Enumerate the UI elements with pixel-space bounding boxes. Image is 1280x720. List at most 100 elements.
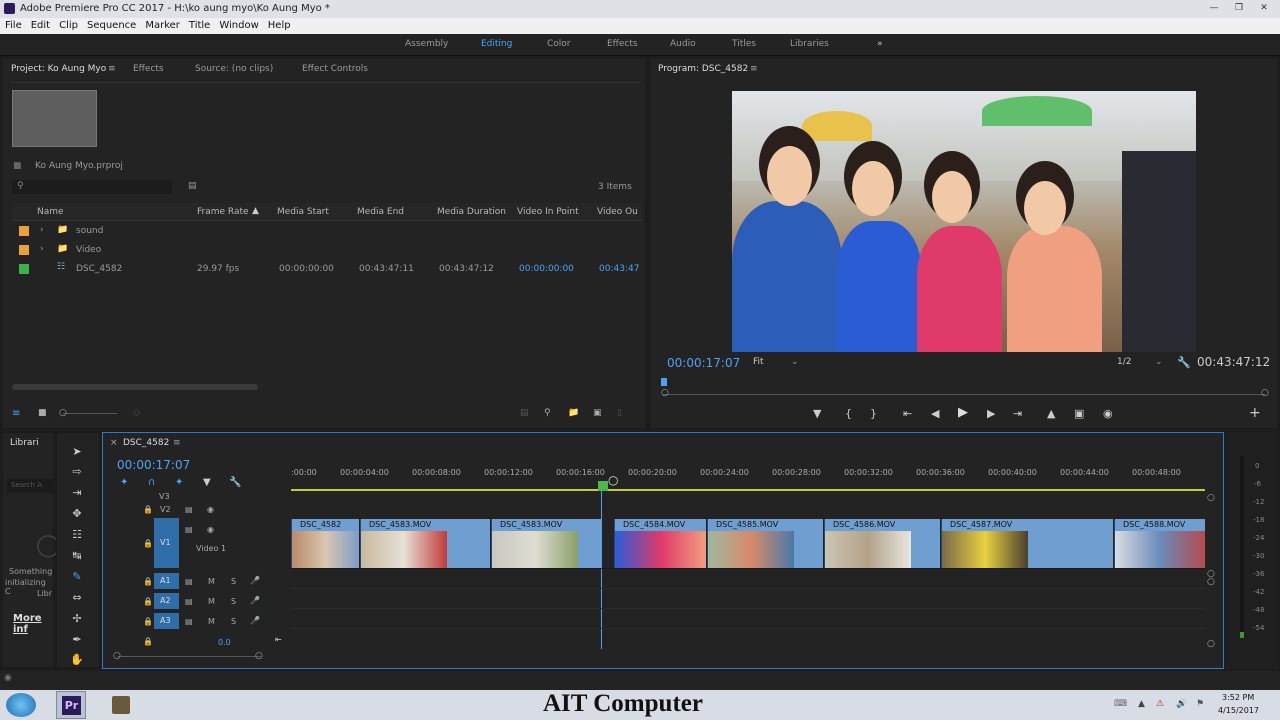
mute-button[interactable]: M (208, 597, 215, 606)
mark-out-icon[interactable]: } (870, 407, 877, 420)
track-zoom-scrollbar[interactable] (117, 656, 261, 657)
mute-button[interactable]: M (208, 577, 215, 586)
rate-stretch-tool-icon[interactable]: ☷ (69, 528, 85, 544)
snap-icon[interactable]: ∩ (148, 477, 155, 488)
razor-tool-icon[interactable]: ✎ (69, 570, 85, 586)
volume-icon[interactable]: 🔊 (1176, 699, 1187, 709)
project-search-input[interactable]: ⚲ (12, 180, 172, 194)
solo-button[interactable]: S (231, 577, 236, 586)
timeline-clip[interactable]: DSC_4583.MOV (360, 519, 490, 568)
toggle-sync-icon[interactable]: ▤ (185, 505, 193, 514)
col-media-duration[interactable]: Media Duration (437, 207, 506, 217)
go-to-out-icon[interactable]: ⇥ (1013, 407, 1022, 420)
timeline-clip[interactable]: DSC_4588.MOV (1114, 519, 1205, 568)
workspace-effects[interactable]: Effects (607, 39, 638, 49)
selection-tool-icon[interactable]: ➤ (69, 445, 85, 461)
lift-icon[interactable]: ▲ (1047, 407, 1055, 420)
timeline-clip[interactable]: DSC_4584.MOV (614, 519, 706, 568)
lock-icon[interactable]: 🔒 (143, 637, 153, 646)
col-video-in-point[interactable]: Video In Point (517, 207, 579, 217)
mark-in-icon[interactable]: { (845, 407, 852, 420)
lock-icon[interactable]: 🔒 (143, 505, 153, 514)
monitor-playhead[interactable] (661, 378, 667, 386)
menu-clip[interactable]: Clip (59, 20, 78, 31)
taskbar-app[interactable] (104, 691, 138, 719)
menu-edit[interactable]: Edit (31, 20, 50, 31)
track-v1-source[interactable]: V1 (154, 518, 179, 568)
tab-source[interactable]: Source: (no clips) (195, 64, 273, 74)
scroll-handle-right[interactable]: ○ (1261, 388, 1269, 398)
col-video-out[interactable]: Video Ou (597, 207, 638, 217)
scroll-handle-top[interactable]: ○ (1207, 577, 1215, 587)
new-bin-icon[interactable]: 📁 (568, 408, 579, 418)
close-button[interactable]: ✕ (1253, 1, 1275, 15)
new-bin-filter-icon[interactable]: ▤ (188, 181, 197, 191)
horizontal-scrollbar[interactable] (12, 384, 258, 390)
microphone-icon[interactable]: 🎤 (250, 596, 260, 605)
hand-tool-icon[interactable]: ✋ (69, 653, 85, 669)
taskbar-premiere[interactable]: Pr (56, 691, 86, 719)
workspace-more-button[interactable]: » (877, 39, 883, 49)
timeline-timecode[interactable]: 00:00:17:07 (117, 458, 190, 472)
disclosure-arrow-icon[interactable]: › (40, 244, 44, 254)
timeline-clip[interactable]: DSC_4586.MOV (824, 519, 940, 568)
list-item[interactable]: › 📁 Video (12, 241, 642, 260)
tab-sequence[interactable]: DSC_4582 (123, 438, 169, 448)
menu-window[interactable]: Window (219, 20, 258, 31)
extract-icon[interactable]: ▣ (1074, 407, 1084, 420)
minimize-button[interactable]: — (1203, 1, 1225, 15)
zoom-slider[interactable] (63, 413, 117, 414)
scroll-handle-left[interactable]: ○ (113, 651, 121, 661)
trash-icon[interactable]: ▯ (617, 408, 622, 418)
master-volume-value[interactable]: 0.0 (218, 638, 231, 647)
maximize-button[interactable]: ❐ (1228, 1, 1250, 15)
microphone-icon[interactable]: 🎤 (250, 576, 260, 585)
in-point-value[interactable]: 00:00:00:00 (519, 264, 574, 274)
menu-help[interactable]: Help (268, 20, 291, 31)
keyboard-icon[interactable]: ⌨ (1114, 699, 1127, 709)
pen-tool-icon[interactable]: ✒ (69, 633, 85, 649)
col-media-start[interactable]: Media Start (277, 207, 329, 217)
workspace-audio[interactable]: Audio (670, 39, 696, 49)
toggle-sync-icon[interactable]: ▤ (185, 617, 193, 626)
library-search-input[interactable]: Search A (7, 479, 55, 493)
col-media-end[interactable]: Media End (357, 207, 404, 217)
export-frame-icon[interactable]: ◉ (1103, 407, 1113, 420)
workspace-color[interactable]: Color (547, 39, 571, 49)
lock-icon[interactable]: 🔒 (143, 597, 153, 606)
microphone-icon[interactable]: 🎤 (250, 616, 260, 625)
clock-date[interactable]: 4/15/2017 (1218, 706, 1259, 715)
solo-button[interactable]: S (231, 617, 236, 626)
toggle-sync-icon[interactable]: ▤ (185, 597, 193, 606)
timeline-clip[interactable]: DSC_4585.MOV (707, 519, 823, 568)
playhead-line[interactable] (601, 491, 602, 649)
add-marker-icon[interactable]: ▼ (813, 407, 821, 420)
col-name[interactable]: Name (37, 207, 64, 217)
timeline-clip[interactable]: DSC_4583.MOV (491, 519, 601, 568)
button-editor-add-icon[interactable]: + (1249, 405, 1261, 421)
slide-tool-icon[interactable]: ✢ (69, 612, 85, 628)
mute-button[interactable]: M (208, 617, 215, 626)
col-frame-rate[interactable]: Frame Rate (197, 207, 249, 217)
start-button[interactable] (6, 693, 36, 717)
tab-effects[interactable]: Effects (133, 64, 164, 74)
timeline-clip[interactable]: DSC_4582 (291, 519, 359, 568)
playhead-timecode[interactable]: 00:00:17:07 (667, 356, 740, 370)
track-a2-source[interactable]: A2 (154, 593, 179, 609)
list-item[interactable]: ☷ DSC_4582 29.97 fps 00:00:00:00 00:43:4… (12, 260, 642, 279)
eye-icon[interactable]: ◉ (207, 505, 214, 514)
toggle-sync-icon[interactable]: ▤ (185, 525, 193, 534)
panel-menu-icon[interactable]: ≡ (108, 64, 116, 74)
eye-icon[interactable]: ◉ (207, 525, 214, 534)
track-a3-source[interactable]: A3 (154, 613, 179, 629)
step-forward-icon[interactable]: ▶ (987, 407, 995, 420)
icon-view-icon[interactable]: ■ (38, 408, 47, 418)
playhead-marker[interactable] (598, 481, 608, 491)
new-item-icon[interactable]: ▣ (593, 408, 602, 418)
ripple-edit-tool-icon[interactable]: ⇥ (69, 486, 85, 502)
lock-icon[interactable]: 🔒 (143, 617, 153, 626)
track-v2-label[interactable]: V2 (160, 505, 171, 514)
linked-selection-icon[interactable]: ✦ (175, 477, 183, 488)
scroll-handle-left[interactable]: ○ (661, 388, 669, 398)
flag-icon[interactable]: ⚑ (1196, 699, 1204, 709)
